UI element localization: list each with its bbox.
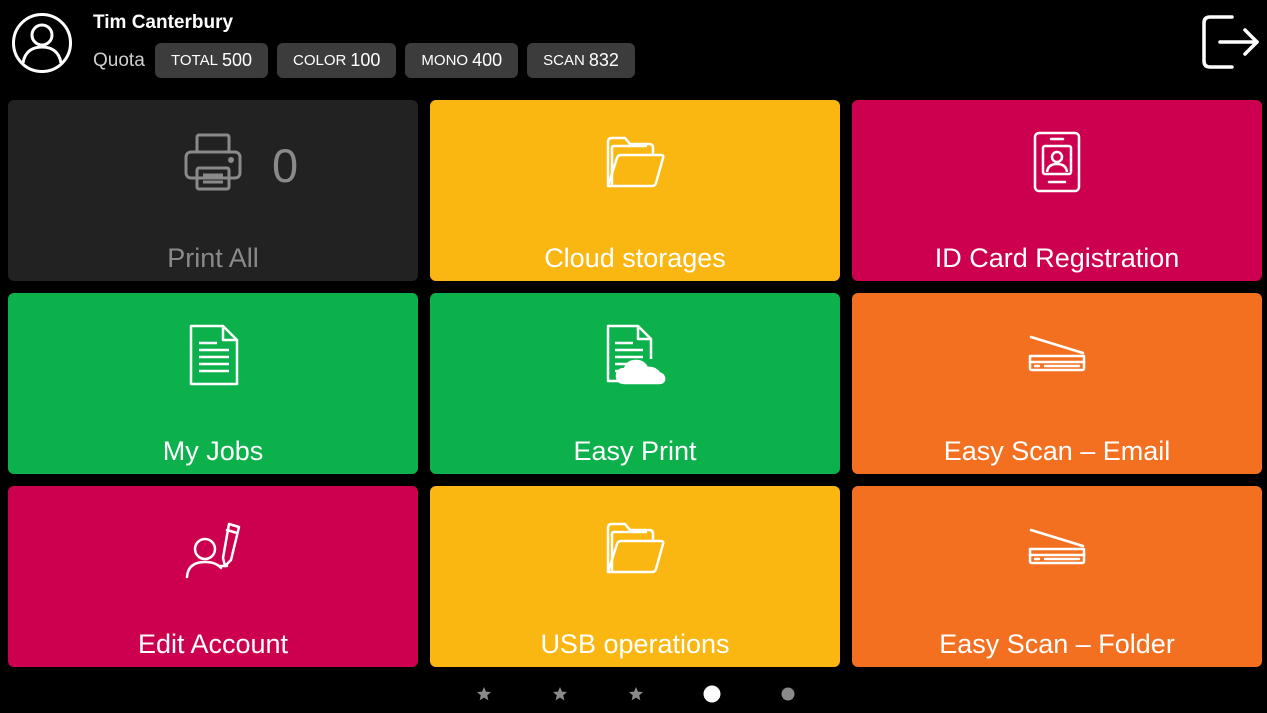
tile-label: Edit Account — [137, 629, 289, 659]
tile-label: Easy Scan – Email — [943, 436, 1171, 466]
id-badge-icon — [1033, 131, 1081, 193]
quota-badge-value: 400 — [472, 50, 503, 70]
scanner-icon — [1028, 335, 1086, 372]
tile-id-card-registration[interactable]: ID Card Registration — [852, 100, 1262, 281]
page-dot-5[interactable] — [774, 680, 802, 708]
quota-badge-mono: MONO 400 — [405, 43, 519, 78]
tile-label: Easy Print — [573, 436, 697, 466]
quota-badges: TOTAL 500 COLOR 100 MONO 400 SCAN 832 — [155, 43, 635, 78]
user-name: Tim Canterbury — [93, 12, 234, 33]
quota-badge-color: COLOR 100 — [277, 43, 397, 78]
star-icon — [629, 687, 643, 701]
quota-badge-key: SCAN — [543, 52, 585, 69]
page-dot-3[interactable] — [622, 680, 650, 708]
tile-my-jobs[interactable]: My Jobs — [8, 293, 418, 474]
folder-icon — [606, 136, 665, 188]
folder-icon — [606, 522, 665, 574]
page-dot-2[interactable] — [546, 680, 574, 708]
quota-badge-scan: SCAN 832 — [527, 43, 635, 78]
page-dot-4-active[interactable] — [698, 680, 726, 708]
quota-badge-value: 832 — [588, 50, 619, 70]
logout-icon[interactable] — [1200, 14, 1262, 70]
tile-easy-scan-email[interactable]: Easy Scan – Email — [852, 293, 1262, 474]
tile-label: USB operations — [540, 629, 730, 659]
quota-badge-key: TOTAL — [171, 52, 218, 69]
dot-active-icon — [703, 685, 721, 703]
quota-badge-total: TOTAL 500 — [155, 43, 269, 78]
page-indicator — [0, 680, 1267, 708]
tile-easy-print[interactable]: Easy Print — [430, 293, 840, 474]
tile-cloud-storages[interactable]: Cloud storages — [430, 100, 840, 281]
dot-icon — [781, 687, 795, 701]
tile-label: Cloud storages — [544, 243, 726, 273]
printer-icon — [184, 133, 242, 191]
star-icon — [553, 687, 567, 701]
user-avatar-icon[interactable] — [11, 12, 73, 74]
page-dot-1[interactable] — [470, 680, 498, 708]
tile-edit-account[interactable]: Edit Account — [8, 486, 418, 667]
tile-label: ID Card Registration — [934, 243, 1180, 273]
tile-label: Print All — [167, 243, 259, 273]
tile-label: My Jobs — [162, 436, 264, 466]
quota-badge-key: COLOR — [293, 52, 347, 69]
tile-grid: 0 Print All Cloud storages ID Card Regis… — [8, 100, 1263, 667]
quota-badge-key: MONO — [421, 52, 469, 69]
print-all-count: 0 — [272, 139, 299, 192]
quota-badge-value: 100 — [350, 50, 381, 70]
quota-badge-value: 500 — [221, 50, 253, 70]
header-bar: Tim Canterbury Quota TOTAL 500 COLOR 100… — [0, 0, 1267, 96]
scanner-icon — [1028, 528, 1086, 565]
tile-easy-scan-folder[interactable]: Easy Scan – Folder — [852, 486, 1262, 667]
document-icon — [189, 324, 239, 386]
user-edit-icon — [185, 522, 241, 579]
tile-print-all[interactable]: 0 Print All — [8, 100, 418, 281]
document-cloud-icon — [606, 324, 666, 385]
tile-usb-operations[interactable]: USB operations — [430, 486, 840, 667]
quota-label: Quota — [93, 50, 145, 71]
star-icon — [477, 687, 491, 701]
tile-label: Easy Scan – Folder — [939, 629, 1175, 659]
